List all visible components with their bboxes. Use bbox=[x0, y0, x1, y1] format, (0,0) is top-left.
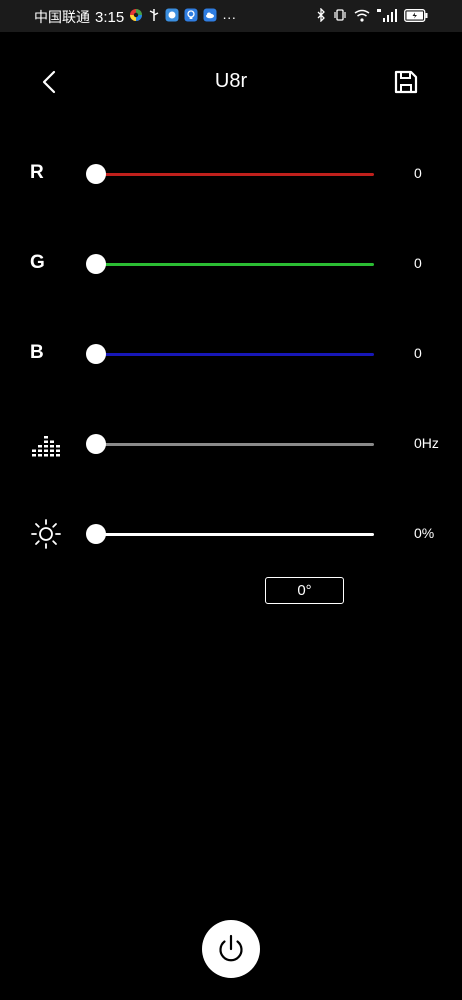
usb-icon bbox=[148, 8, 160, 27]
app-icon bbox=[165, 8, 179, 27]
power-button[interactable] bbox=[202, 920, 260, 978]
green-slider-thumb[interactable] bbox=[86, 254, 106, 274]
bluetooth-icon bbox=[317, 7, 326, 27]
signal-icon bbox=[377, 8, 397, 27]
slider-row-brightness: 0% bbox=[0, 514, 462, 554]
status-bar: 中国联通 3:15 ··· bbox=[0, 0, 462, 32]
angle-input[interactable]: 0° bbox=[265, 577, 344, 604]
bulb-app-icon bbox=[184, 8, 198, 27]
status-right bbox=[317, 7, 428, 27]
wifi-icon bbox=[354, 9, 370, 27]
blue-slider-thumb[interactable] bbox=[86, 344, 106, 364]
slider-row-red: R 0 bbox=[0, 154, 462, 194]
equalizer-icon bbox=[30, 428, 62, 460]
blue-value: 0 bbox=[414, 345, 422, 361]
slider-label-b: B bbox=[30, 342, 44, 363]
slider-row-green: G 0 bbox=[0, 244, 462, 284]
red-value: 0 bbox=[414, 165, 422, 181]
carrier-label: 中国联通 bbox=[34, 9, 90, 25]
frequency-slider-thumb[interactable] bbox=[86, 434, 106, 454]
power-icon bbox=[219, 934, 243, 962]
slider-row-blue: B 0 bbox=[0, 334, 462, 374]
brightness-slider-track[interactable] bbox=[96, 533, 374, 536]
red-slider-track[interactable] bbox=[96, 173, 374, 176]
frequency-slider-track[interactable] bbox=[96, 443, 374, 446]
slider-row-frequency: 0Hz bbox=[0, 424, 462, 464]
green-slider-track[interactable] bbox=[96, 263, 374, 266]
slider-label-g: G bbox=[30, 252, 45, 273]
status-left: 中国联通 3:15 ··· bbox=[34, 7, 236, 27]
screen: 中国联通 3:15 ··· U8r R 0 G 0 B 0 0Hz 0% 0° bbox=[0, 0, 462, 1000]
slider-label-r: R bbox=[30, 162, 44, 183]
blue-slider-track[interactable] bbox=[96, 353, 374, 356]
vibrate-icon bbox=[333, 8, 347, 27]
brightness-icon bbox=[30, 518, 62, 550]
brightness-slider-thumb[interactable] bbox=[86, 524, 106, 544]
colorwheel-icon bbox=[129, 8, 143, 27]
more-notifications: ··· bbox=[222, 9, 237, 25]
frequency-value: 0Hz bbox=[414, 435, 439, 451]
cloud-app-icon bbox=[203, 8, 217, 27]
green-value: 0 bbox=[414, 255, 422, 271]
clock: 3:15 bbox=[95, 8, 125, 26]
battery-icon bbox=[404, 8, 428, 27]
app-header: U8r bbox=[0, 56, 462, 108]
brightness-value: 0% bbox=[414, 525, 435, 541]
save-button[interactable] bbox=[392, 68, 420, 96]
red-slider-thumb[interactable] bbox=[86, 164, 106, 184]
save-icon bbox=[394, 70, 418, 94]
